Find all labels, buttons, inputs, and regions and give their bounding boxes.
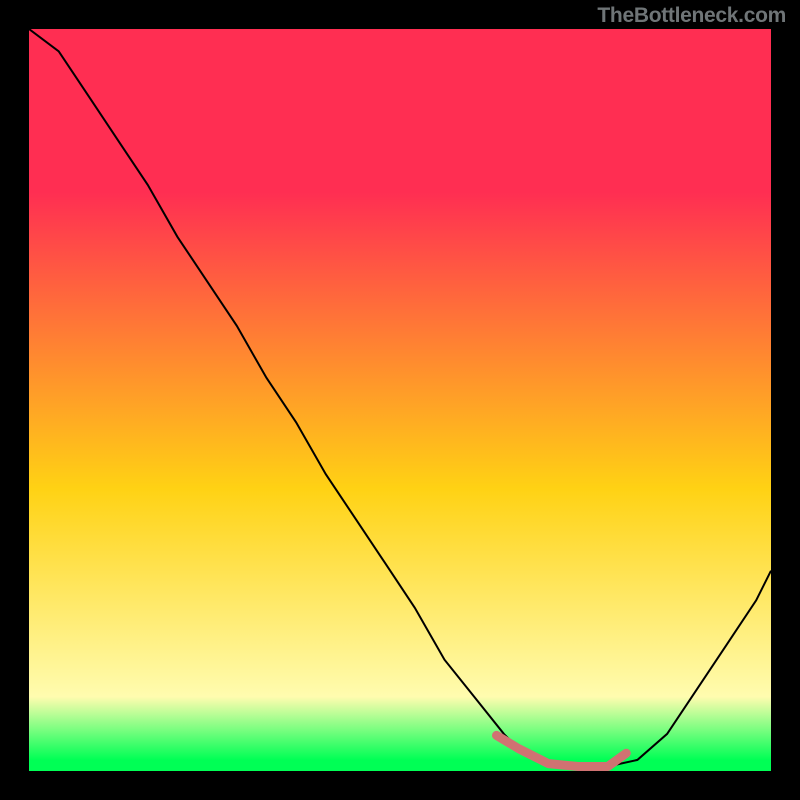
bottleneck-chart xyxy=(29,29,771,771)
attribution-text: TheBottleneck.com xyxy=(597,4,786,28)
chart-background xyxy=(29,29,771,771)
chart-frame: TheBottleneck.com xyxy=(0,0,800,800)
